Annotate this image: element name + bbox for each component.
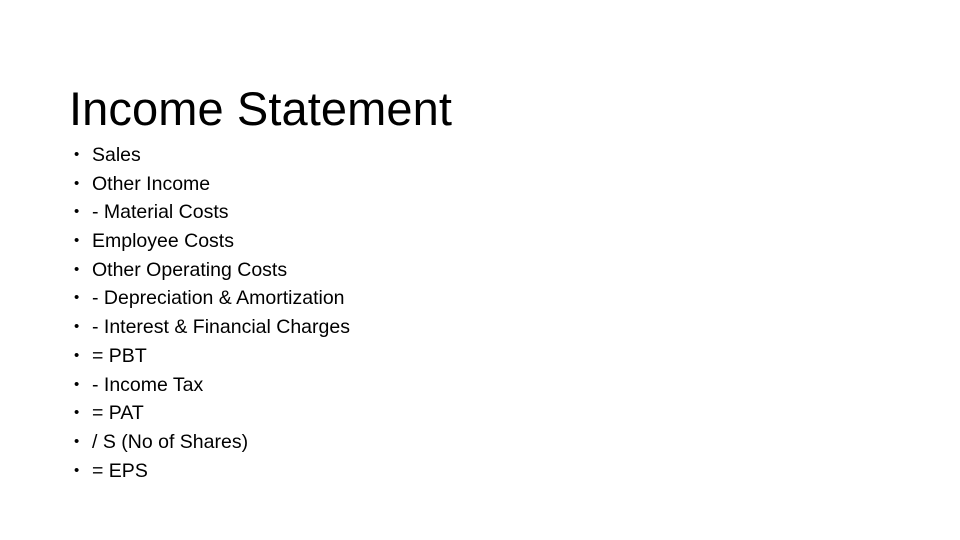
list-item: • Sales <box>69 141 889 170</box>
list-item-label: Employee Costs <box>92 230 234 253</box>
list-item-label: Sales <box>92 144 141 166</box>
bullet-icon: • <box>74 203 80 221</box>
list-item: • = PBT <box>69 342 889 371</box>
list-item-label: - Depreciation & Amortization <box>92 287 345 310</box>
bullet-icon: • <box>74 404 80 422</box>
bullet-icon: • <box>74 375 80 393</box>
list-item: • Other Operating Costs <box>69 256 889 285</box>
list-item-label: - Interest & Financial Charges <box>92 316 350 339</box>
list-item-label: / S (No of Shares) <box>92 430 249 453</box>
list-item-label: Other Income <box>92 172 211 195</box>
list-item-label: Other Operating Costs <box>92 258 288 281</box>
bullet-icon: • <box>74 232 80 250</box>
list-item: • Employee Costs <box>69 227 889 256</box>
bullet-list: • Sales • Other Income • - Material Cost… <box>69 141 889 485</box>
list-item-label: = EPS <box>92 459 148 482</box>
bullet-icon: • <box>74 289 80 307</box>
list-item: • - Material Costs <box>69 198 889 227</box>
list-item: • - Income Tax <box>69 371 889 400</box>
list-item: • Other Income <box>69 170 889 199</box>
list-item: • = EPS <box>69 457 889 486</box>
bullet-icon: • <box>74 461 80 479</box>
list-item: • - Interest & Financial Charges <box>69 313 889 342</box>
slide: Income Statement • Sales • Other Income … <box>0 0 960 540</box>
list-item: • / S (No of Shares) <box>69 428 889 457</box>
list-item: • = PAT <box>69 399 889 428</box>
bullet-icon: • <box>74 346 80 364</box>
bullet-icon: • <box>74 146 80 163</box>
list-item-label: - Material Costs <box>92 201 229 224</box>
bullet-icon: • <box>74 432 80 450</box>
list-item-label: - Income Tax <box>92 373 204 396</box>
list-item-label: = PAT <box>92 402 144 425</box>
list-item: • - Depreciation & Amortization <box>69 284 889 313</box>
slide-content-body: • Sales • Other Income • - Material Cost… <box>69 141 889 485</box>
list-item-label: = PBT <box>92 344 147 367</box>
page-title: Income Statement <box>69 82 453 136</box>
bullet-icon: • <box>74 174 80 192</box>
bullet-icon: • <box>74 318 80 336</box>
bullet-icon: • <box>74 260 80 278</box>
